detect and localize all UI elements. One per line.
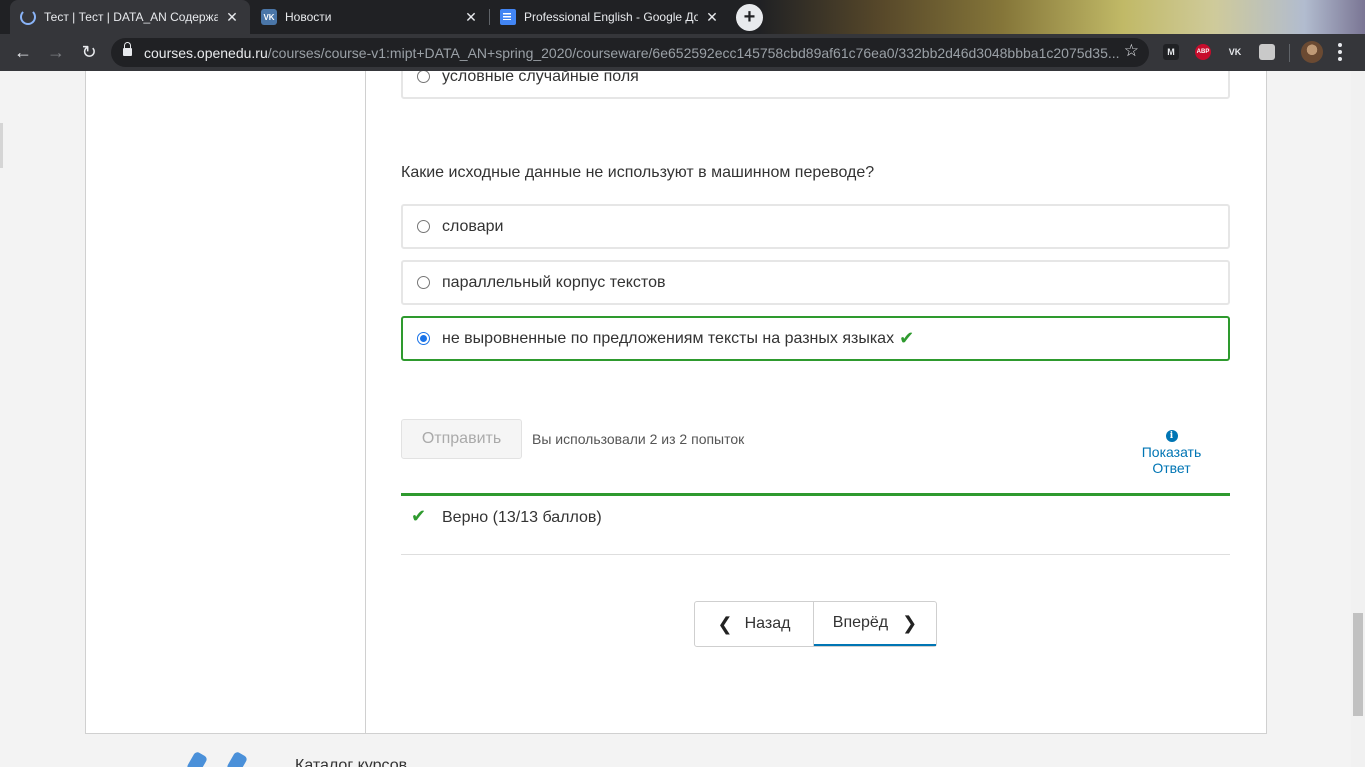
vk-extension-icon[interactable]: VK xyxy=(1227,44,1243,60)
tab-google-docs[interactable]: Professional English - Google Документы … xyxy=(490,0,730,34)
address-bar[interactable]: courses.openedu.ru/courses/course-v1:mip… xyxy=(111,38,1149,67)
option-label: не выровненные по предложениям тексты на… xyxy=(442,329,895,347)
show-answer-button[interactable]: i Показать Ответ xyxy=(1124,425,1219,476)
radio-button-selected[interactable] xyxy=(417,332,430,345)
google-docs-icon xyxy=(500,9,516,25)
answer-option-dictionaries[interactable]: словари xyxy=(401,204,1230,249)
url-text: courses.openedu.ru/courses/course-v1:mip… xyxy=(144,45,1120,61)
option-label: параллельный корпус текстов xyxy=(442,273,666,291)
chevron-right-icon: ❯ xyxy=(902,612,918,633)
result-banner: ✔ Верно (13/13 баллов) xyxy=(401,493,1230,555)
openedu-logo[interactable] xyxy=(185,750,249,767)
extension-puzzle-icon[interactable] xyxy=(1259,44,1275,60)
attempts-text: Вы использовали 2 из 2 попыток xyxy=(532,431,745,447)
tab-course-test[interactable]: Тест | Тест | DATA_AN Содержание ✕ xyxy=(10,0,250,34)
chevron-left-icon: ❮ xyxy=(717,613,733,634)
new-tab-button[interactable]: + xyxy=(736,4,763,31)
tab-title: Новости xyxy=(285,10,332,24)
scrollbar-thumb[interactable] xyxy=(1353,613,1363,716)
option-label: условные случайные поля xyxy=(442,71,639,85)
show-answer-label: Показать xyxy=(1141,444,1202,460)
close-icon[interactable]: ✕ xyxy=(704,9,720,26)
radio-button[interactable] xyxy=(417,220,430,233)
browser-toolbar: ← → ↻ courses.openedu.ru/courses/course-… xyxy=(0,34,1365,71)
radio-button[interactable] xyxy=(417,276,430,289)
info-icon: i xyxy=(1165,430,1178,442)
forward-arrow-icon[interactable]: → xyxy=(43,39,69,65)
next-label: Вперёд xyxy=(832,614,889,631)
previous-label: Назад xyxy=(744,615,791,632)
course-sidebar xyxy=(86,71,366,733)
problem-content: условные случайные поля Какие исходные д… xyxy=(401,71,1231,733)
checkmark-icon: ✔ xyxy=(899,328,915,348)
lock-icon xyxy=(123,42,132,58)
toolbar-separator xyxy=(1289,44,1290,62)
result-text: Верно (13/13 баллов) xyxy=(442,509,602,526)
browser-menu-icon[interactable] xyxy=(1338,43,1342,61)
question-text: Какие исходные данные не используют в ма… xyxy=(401,164,875,181)
adblock-plus-icon[interactable]: ABP xyxy=(1195,44,1211,60)
browser-tab-bar: Тест | Тест | DATA_AN Содержание ✕ VK Но… xyxy=(0,0,1365,34)
loading-spinner-icon xyxy=(20,9,36,25)
answer-option[interactable]: условные случайные поля xyxy=(401,71,1230,99)
previous-button[interactable]: ❮ Назад xyxy=(695,602,814,646)
extension-m-icon[interactable]: M xyxy=(1163,44,1179,60)
checkmark-icon: ✔ xyxy=(411,506,427,526)
answer-option-unaligned-texts[interactable]: не выровненные по предложениям тексты на… xyxy=(401,316,1230,361)
next-button[interactable]: Вперёд ❯ xyxy=(814,602,936,646)
reload-icon[interactable]: ↻ xyxy=(76,39,102,65)
profile-avatar[interactable] xyxy=(1301,41,1323,63)
sequence-navigation: ❮ Назад Вперёд ❯ xyxy=(694,601,937,647)
tabbar-background xyxy=(760,0,1365,34)
tab-title: Professional English - Google Документы xyxy=(524,10,698,24)
vk-icon: VK xyxy=(261,9,277,25)
course-container: условные случайные поля Какие исходные д… xyxy=(85,71,1267,734)
answer-option-parallel-corpus[interactable]: параллельный корпус текстов xyxy=(401,260,1230,305)
close-icon[interactable]: ✕ xyxy=(463,9,479,26)
submit-button[interactable]: Отправить xyxy=(401,419,522,459)
close-icon[interactable]: ✕ xyxy=(224,9,240,26)
back-arrow-icon[interactable]: ← xyxy=(10,39,36,65)
bookmark-star-icon[interactable]: ☆ xyxy=(1124,41,1139,61)
page-scrollbar[interactable] xyxy=(1351,71,1365,767)
url-host: courses.openedu.ru xyxy=(144,45,268,61)
left-edge xyxy=(0,123,3,168)
footer-catalog-link[interactable]: Каталог курсов xyxy=(295,757,407,767)
url-path: /courses/course-v1:mipt+DATA_AN+spring_2… xyxy=(267,45,1120,61)
radio-button[interactable] xyxy=(417,71,430,83)
option-label: словари xyxy=(442,217,504,235)
show-answer-label-2: Ответ xyxy=(1152,460,1191,476)
tab-title: Тест | Тест | DATA_AN Содержание xyxy=(44,10,218,24)
page-viewport: условные случайные поля Какие исходные д… xyxy=(0,71,1351,767)
tab-news[interactable]: VK Новости ✕ xyxy=(251,0,489,34)
